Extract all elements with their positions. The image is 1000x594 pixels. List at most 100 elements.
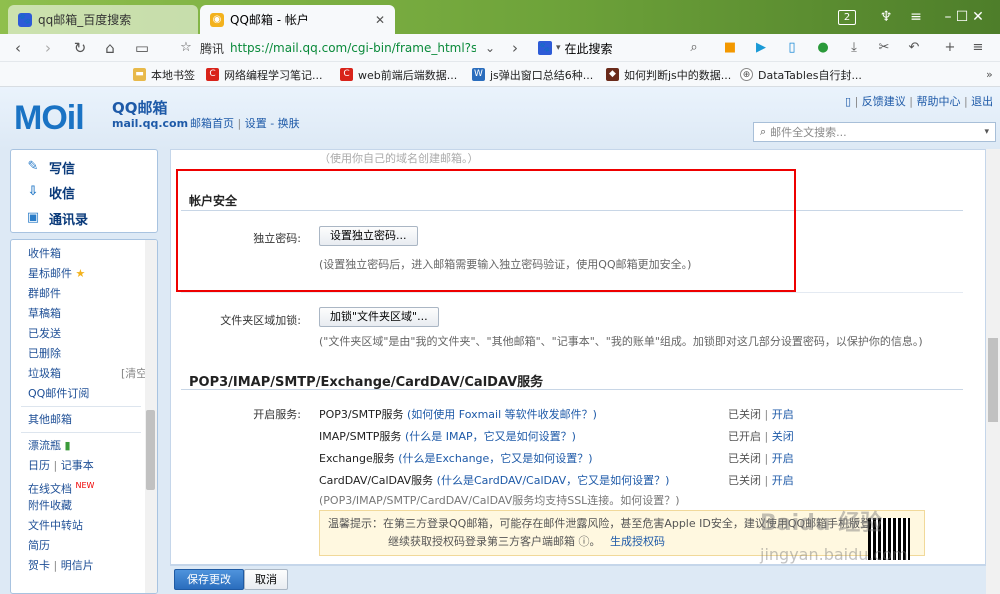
bookmark-5[interactable]: ⊕ DataTables自行封... [740, 66, 862, 83]
bookmark-label: js弹出窗口总结6种... [490, 68, 594, 82]
logout-link[interactable]: 退出 [971, 95, 993, 108]
folder-subscription[interactable]: QQ邮件订阅 [28, 386, 89, 402]
csdn-icon: C [206, 68, 219, 81]
mail-search-input[interactable]: ⌕ 邮件全文搜索... ▾ [753, 122, 996, 142]
browser-tab-bar: 🐾 qq邮箱_百度搜索 ◉ QQ邮箱 - 帐户 ✕ 2 ♆ ≡ – ✕ ☐ [0, 0, 1000, 34]
service-pop3-status: 已关闭 | 开启 [728, 408, 794, 421]
search-icon[interactable]: ⌕ [686, 40, 702, 56]
service-toggle-link[interactable]: 关闭 [772, 430, 794, 443]
cancel-button[interactable]: 取消 [244, 569, 288, 590]
bookmark-3[interactable]: W js弹出窗口总结6种... [472, 66, 593, 83]
folder-inbox[interactable]: 收件箱 [28, 246, 61, 262]
tab-title: QQ邮箱 - 帐户 [230, 13, 309, 27]
back-icon[interactable]: ‹ [8, 38, 28, 58]
window-count-badge[interactable]: 2 [838, 10, 856, 25]
check-mail-button[interactable]: ⇩ 收信 [25, 181, 75, 203]
service-toggle-link[interactable]: 开启 [772, 474, 794, 487]
qqmail-logo[interactable]: MOil [14, 99, 85, 138]
nav-home-link[interactable]: 邮箱首页 [190, 117, 234, 130]
reader-icon[interactable]: ▭ [132, 38, 152, 58]
search-box[interactable]: 🐾 ▾ 在此搜索 [538, 37, 698, 59]
folder-junk[interactable]: 垃圾箱 [28, 366, 61, 382]
service-help-link[interactable]: (什么是Exchange，它又是如何设置？) [398, 452, 592, 465]
download-icon[interactable]: ⤓ [846, 40, 862, 56]
app-calendar[interactable]: 日历 [28, 459, 50, 472]
app-drift-bottle[interactable]: 漂流瓶 ▮ [28, 438, 71, 454]
app-file-transfer[interactable]: 文件中转站 [28, 518, 83, 534]
open-service-label: 开启服务: [253, 408, 301, 421]
nav-settings-link[interactable]: 设置 [245, 117, 267, 130]
url-prefix: 腾讯 [200, 41, 225, 56]
bookmark-1[interactable]: C 网络编程学习笔记... [206, 66, 323, 83]
video-icon[interactable]: ■ [722, 40, 738, 56]
lock-folder-area-button[interactable]: 加锁"文件夹区域"... [319, 307, 439, 327]
app-online-docs[interactable]: 在线文档 NEW [28, 478, 94, 496]
csdn-icon: C [340, 68, 353, 81]
generate-auth-code-link[interactable]: 生成授权码 [610, 535, 665, 548]
service-help-link[interactable]: (如何使用 Foxmail 等软件收发邮件？) [407, 408, 597, 421]
bookmark-2[interactable]: C web前端后端数据... [340, 66, 457, 83]
undo-icon[interactable]: ↶ [906, 40, 922, 56]
service-toggle-link[interactable]: 开启 [772, 452, 794, 465]
forward-icon[interactable]: › [38, 38, 58, 58]
address-bar[interactable]: 腾讯 https://mail.qq.com/cgi-bin/frame_htm… [200, 37, 476, 59]
page-scroll-thumb[interactable] [988, 338, 998, 422]
ssl-note[interactable]: (POP3/IMAP/SMTP/CardDAV/CalDAV服务均支持SSL连接… [319, 492, 680, 508]
menu-icon[interactable]: ≡ [970, 40, 986, 56]
dropdown-icon[interactable]: ⌄ [480, 38, 500, 58]
folder-starred[interactable]: 星标邮件 ★ [28, 266, 85, 282]
skin-icon[interactable]: ♆ [876, 8, 896, 26]
mobile-icon[interactable]: ▯ [845, 95, 851, 108]
service-help-link[interactable]: (什么是 IMAP，它又是如何设置？) [405, 430, 576, 443]
folder-drafts[interactable]: 草稿箱 [28, 306, 61, 322]
header-nav: 邮箱首页 | 设置 - 换肤 [190, 117, 300, 130]
other-mailbox[interactable]: 其他邮箱 [28, 412, 72, 428]
bookmarks-bar: ▬ 本地书签 C 网络编程学习笔记... C web前端后端数据... W js… [0, 62, 1000, 87]
nav-skin-link[interactable]: 换肤 [278, 117, 300, 130]
folder-sent[interactable]: 已发送 [28, 326, 61, 342]
compose-button[interactable]: ✎ 写信 [25, 156, 75, 178]
next-icon[interactable]: › [505, 38, 525, 58]
favorite-star-icon[interactable]: ☆ [176, 38, 196, 58]
logo-title: QQ邮箱 [112, 99, 168, 117]
service-toggle-link[interactable]: 开启 [772, 408, 794, 421]
contacts-button[interactable]: ▣ 通讯录 [25, 207, 88, 229]
help-link[interactable]: 帮助中心 [916, 95, 960, 108]
tab-close-icon[interactable]: ✕ [375, 13, 385, 27]
maximize-icon[interactable]: ☐ [952, 8, 972, 26]
folder-list: 收件箱 星标邮件 ★ 群邮件 草稿箱 已发送 已删除 垃圾箱 [清空] QQ邮件… [10, 239, 158, 594]
home-icon[interactable]: ⌂ [100, 38, 120, 58]
service-help-link[interactable]: (什么是CardDAV/CalDAV，它又是如何设置？) [437, 474, 670, 487]
bookmark-local[interactable]: ▬ 本地书签 [133, 66, 195, 83]
app-notes[interactable]: 记事本 [61, 459, 94, 472]
site-icon: ◆ [606, 68, 619, 81]
chat-icon[interactable]: ● [815, 40, 831, 56]
tab-title: qq邮箱_百度搜索 [38, 13, 132, 27]
save-changes-button[interactable]: 保存更改 [174, 569, 244, 590]
app-postcard[interactable]: 明信片 [61, 559, 94, 572]
phone-icon[interactable]: ▯ [784, 40, 800, 56]
scissors-icon[interactable]: ✂ [876, 40, 892, 56]
divider [21, 406, 141, 407]
more-bookmarks-icon[interactable]: » [986, 66, 993, 83]
app-greeting-card[interactable]: 贺卡 [28, 559, 50, 572]
add-icon[interactable]: + [942, 40, 958, 56]
bookmark-4[interactable]: ◆ 如何判断js中的数据... [606, 66, 731, 83]
menu-icon[interactable]: ≡ [906, 8, 926, 26]
tab-baidu-search[interactable]: 🐾 qq邮箱_百度搜索 [8, 5, 198, 34]
highlight-box [176, 169, 796, 292]
folder-deleted[interactable]: 已删除 [28, 346, 61, 362]
app-attachments[interactable]: 附件收藏 [28, 498, 72, 514]
service-imap-status: 已开启 | 关闭 [728, 430, 794, 443]
reload-icon[interactable]: ↻ [70, 38, 90, 58]
folder-group[interactable]: 群邮件 [28, 286, 61, 302]
play-icon[interactable]: ▶ [753, 40, 769, 56]
tab-qq-mail[interactable]: ◉ QQ邮箱 - 帐户 ✕ [200, 5, 395, 34]
feedback-link[interactable]: 反馈建议 [862, 95, 906, 108]
sidebar-scroll-thumb[interactable] [146, 410, 155, 490]
app-resume[interactable]: 简历 [28, 538, 50, 554]
service-exchange-status: 已关闭 | 开启 [728, 452, 794, 465]
contacts-label: 通讯录 [49, 212, 89, 228]
search-dropdown-icon[interactable]: ▾ [984, 127, 989, 137]
engine-dropdown-icon[interactable]: ▾ [556, 43, 561, 53]
